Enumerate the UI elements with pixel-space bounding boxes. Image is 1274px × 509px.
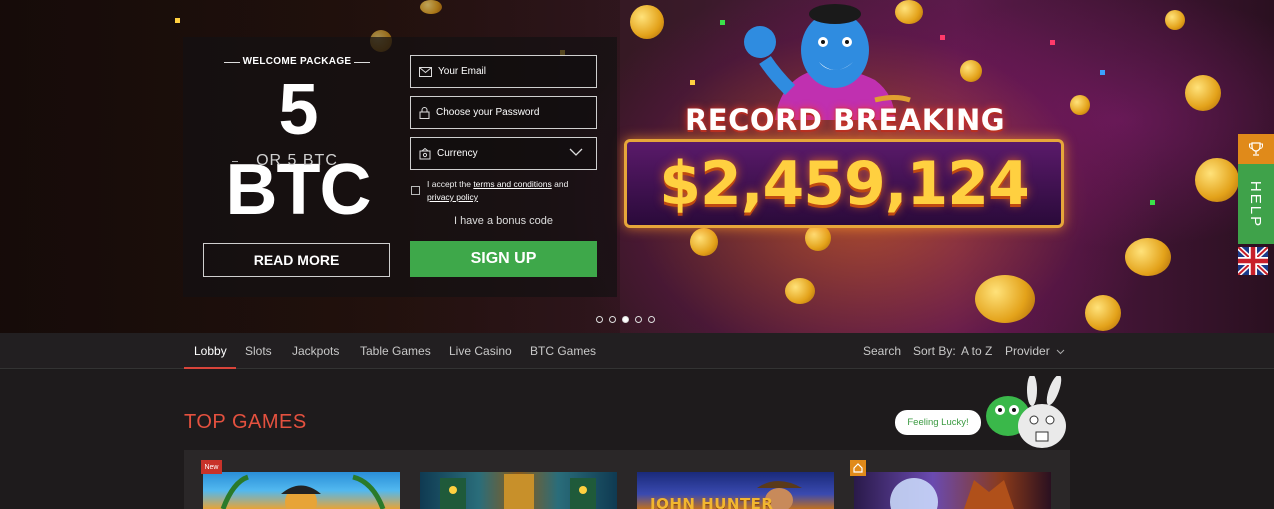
coin-decoration (1125, 238, 1171, 276)
help-tab[interactable]: HELP (1238, 164, 1274, 244)
home-icon (853, 463, 863, 473)
read-more-button[interactable]: READ MORE (203, 243, 390, 277)
sort-label: Sort By: (913, 344, 956, 358)
nav-item-jackpots[interactable]: Jackpots (292, 344, 339, 358)
chevron-down-icon (1056, 349, 1065, 355)
coin-decoration (1165, 10, 1185, 30)
nav-item-btc-games[interactable]: BTC Games (530, 344, 596, 358)
game-tile[interactable] (420, 472, 617, 509)
coin-decoration (1195, 158, 1239, 202)
slide-dot[interactable] (609, 316, 616, 323)
section-title-top-games: TOP GAMES (184, 411, 307, 433)
home-badge (850, 460, 866, 476)
welcome-package-label: WELCOME PACKAGE (224, 56, 370, 67)
envelope-icon (419, 66, 432, 77)
pirate-game-art (220, 474, 386, 509)
feeling-lucky-button[interactable]: Feeling Lucky! (895, 410, 981, 435)
email-placeholder: Your Email (438, 66, 486, 77)
privacy-link[interactable]: privacy policy (427, 192, 478, 202)
casino-page: RECORD BREAKING WIN $2,459,124 WELCOME P… (0, 0, 1274, 509)
coin-decoration (960, 60, 982, 82)
coin-decoration (690, 228, 718, 256)
lock-icon (419, 106, 430, 119)
help-label: HELP (1247, 180, 1265, 228)
currency-placeholder: Currency (437, 148, 478, 159)
tiki-game-art (440, 474, 596, 509)
nav-item-table-games[interactable]: Table Games (360, 344, 431, 358)
bonus-code-link[interactable]: I have a bonus code (410, 215, 597, 227)
mascot-illustration (986, 376, 1066, 448)
coin-decoration (975, 275, 1035, 323)
search-button[interactable]: Search (863, 344, 901, 358)
currency-select[interactable]: Currency (410, 137, 597, 170)
hero-banner: RECORD BREAKING WIN $2,459,124 WELCOME P… (0, 0, 1274, 333)
coin-decoration (1070, 95, 1090, 115)
slide-indicators (596, 316, 655, 323)
nav-item-lobby[interactable]: Lobby (194, 344, 227, 358)
slide-dot[interactable] (635, 316, 642, 323)
active-tab-indicator (184, 367, 236, 369)
currency-icon (419, 147, 431, 159)
uk-flag-icon[interactable] (1238, 247, 1268, 275)
slide-dot[interactable] (648, 316, 655, 323)
signup-button[interactable]: SIGN UP (410, 241, 597, 277)
banner-win-amount: $2,459,124 (659, 148, 1030, 219)
terms-checkbox[interactable] (411, 186, 420, 195)
game-tile-title: JOHN HUNTER (650, 495, 774, 509)
game-tile[interactable] (854, 472, 1051, 509)
sort-select[interactable]: A to Z (961, 344, 992, 358)
terms-consent: I accept the terms and conditions and pri… (410, 178, 610, 204)
coin-decoration (420, 0, 442, 14)
trophy-tab[interactable] (1238, 134, 1274, 164)
coin-decoration (630, 5, 664, 39)
game-tile[interactable] (203, 472, 400, 509)
password-field[interactable]: Choose your Password (410, 96, 597, 129)
bonus-alt-amount: OR 5 BTC (228, 152, 366, 170)
coin-decoration (1185, 75, 1221, 111)
password-placeholder: Choose your Password (436, 107, 540, 118)
genie-illustration (744, 4, 911, 120)
game-category-nav: Lobby Slots Jackpots Table Games Live Ca… (0, 333, 1274, 369)
coin-decoration (785, 278, 815, 304)
wolf-game-art (890, 478, 1014, 509)
nav-item-live-casino[interactable]: Live Casino (449, 344, 512, 358)
slide-dot[interactable] (596, 316, 603, 323)
trophy-icon (1249, 142, 1263, 156)
coin-decoration (805, 225, 831, 251)
coin-decoration (1085, 295, 1121, 331)
nav-item-slots[interactable]: Slots (245, 344, 272, 358)
new-badge: New (201, 460, 222, 474)
chevron-down-icon (569, 148, 583, 156)
terms-link[interactable]: terms and conditions (473, 179, 551, 189)
bonus-amount: 5 BTC (225, 70, 372, 230)
slide-dot-active[interactable] (622, 316, 629, 323)
provider-dropdown[interactable]: Provider (1005, 344, 1065, 358)
email-field[interactable]: Your Email (410, 55, 597, 88)
